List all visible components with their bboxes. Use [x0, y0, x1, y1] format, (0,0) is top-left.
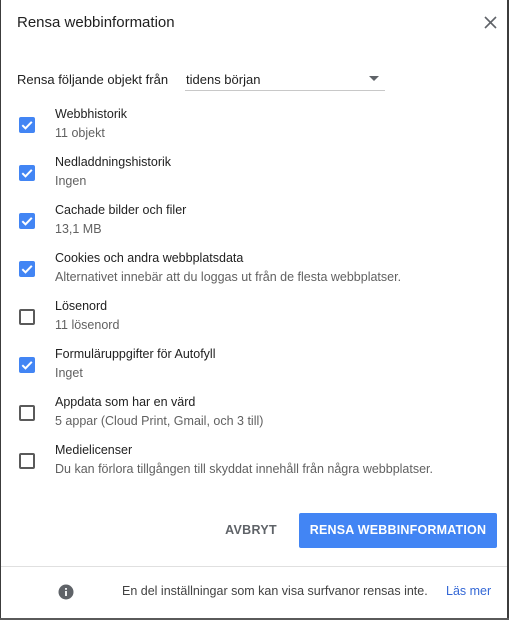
checkmark-icon [21, 265, 33, 274]
item-subtitle: Ingen [55, 174, 87, 188]
list-item-cached-images: Cachade bilder och filer 13,1 MB [0, 203, 500, 247]
checkbox-cookies[interactable] [19, 261, 35, 277]
close-button[interactable] [481, 13, 501, 33]
list-item-autofill: Formuläruppgifter för Autofyll Inget [0, 347, 500, 391]
checkbox-hosted-app-data[interactable] [19, 405, 35, 421]
list-item-media-licenses: Medielicenser Du kan förlora tillgången … [0, 443, 500, 487]
checkmark-icon [21, 217, 33, 226]
checkbox-autofill[interactable] [19, 357, 35, 373]
clear-data-button[interactable]: RENSA WEBBINFORMATION [299, 513, 497, 548]
item-title: Appdata som har en värd [55, 395, 196, 409]
item-title: Cookies och andra webbplatsdata [55, 251, 244, 265]
list-item-download-history: Nedladdningshistorik Ingen [0, 155, 500, 199]
checkbox-media-licenses[interactable] [19, 453, 35, 469]
item-title: Webbhistorik [55, 107, 128, 121]
dropdown-arrow-icon [369, 76, 379, 81]
dialog-title: Rensa webbinformation [17, 14, 175, 31]
list-item-browsing-history: Webbhistorik 11 objekt [0, 107, 500, 151]
checkbox-browsing-history[interactable] [19, 117, 35, 133]
footer-divider [1, 566, 507, 567]
list-item-hosted-app-data: Appdata som har en värd 5 appar (Cloud P… [0, 395, 500, 439]
list-item-passwords: Lösenord 11 lösenord [0, 299, 500, 343]
item-subtitle: Inget [55, 366, 83, 380]
checkmark-icon [21, 121, 33, 130]
item-title: Nedladdningshistorik [55, 155, 172, 169]
time-range-label: Rensa följande objekt från [17, 72, 169, 87]
info-icon [58, 584, 74, 600]
item-subtitle: 5 appar (Cloud Print, Gmail, och 3 till) [55, 414, 264, 428]
footer-note: En del inställningar som kan visa surfva… [122, 584, 428, 598]
checkbox-cached-images[interactable] [19, 213, 35, 229]
item-subtitle: 11 objekt [55, 126, 105, 140]
item-title: Cachade bilder och filer [55, 203, 187, 217]
item-title: Lösenord [55, 299, 108, 313]
item-title: Medielicenser [55, 443, 133, 457]
time-range-value: tidens början [186, 72, 261, 87]
item-title: Formuläruppgifter för Autofyll [55, 347, 216, 361]
item-subtitle: 13,1 MB [55, 222, 102, 236]
close-icon [484, 16, 497, 29]
checkmark-icon [21, 361, 33, 370]
checkbox-passwords[interactable] [19, 309, 35, 325]
item-subtitle: Alternativet innebär att du loggas ut fr… [55, 270, 402, 284]
checkmark-icon [21, 169, 33, 178]
list-item-cookies: Cookies och andra webbplatsdata Alternat… [0, 251, 500, 295]
item-subtitle: Du kan förlora tillgången till skyddat i… [55, 462, 434, 476]
learn-more-link[interactable]: Läs mer [446, 584, 491, 598]
time-range-select[interactable]: tidens början [185, 68, 385, 91]
item-subtitle: 11 lösenord [55, 318, 120, 332]
cancel-button[interactable]: AVBRYT [214, 513, 288, 547]
checkbox-download-history[interactable] [19, 165, 35, 181]
